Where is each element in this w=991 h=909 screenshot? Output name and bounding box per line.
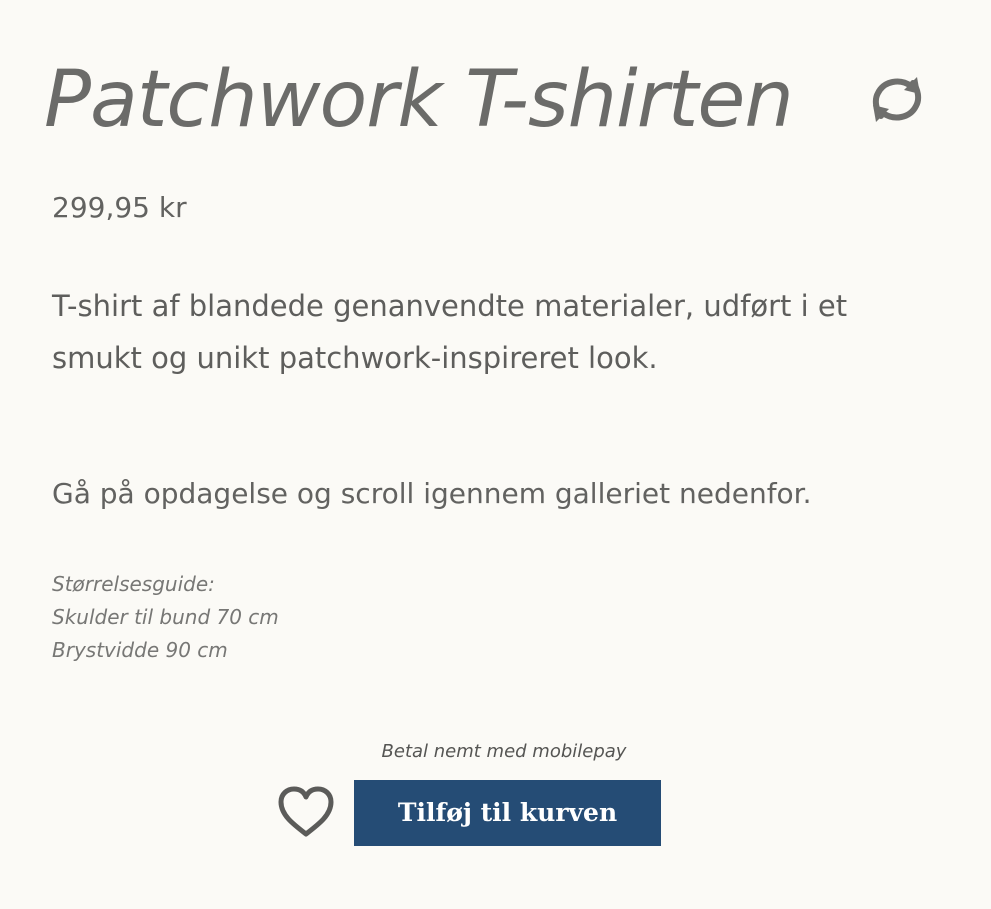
product-price: 299,95 kr <box>52 191 187 224</box>
size-guide-heading: Størrelsesguide: <box>52 572 215 596</box>
refresh-icon <box>872 77 922 122</box>
size-guide-line: Brystvidde 90 cm <box>52 638 228 662</box>
wishlist-button[interactable] <box>273 782 339 842</box>
gallery-note: Gå på opdagelse og scroll igennem galler… <box>52 477 812 510</box>
product-panel: Patchwork T-shirten 299,95 kr T-shirt af… <box>0 0 991 909</box>
size-guide-line: Skulder til bund 70 cm <box>52 605 279 629</box>
heart-icon <box>278 786 334 837</box>
product-title: Patchwork T-shirten <box>44 55 794 145</box>
size-guide: Størrelsesguide: Skulder til bund 70 cm … <box>52 568 279 667</box>
mobilepay-note: Betal nemt med mobilepay <box>381 741 627 762</box>
add-to-cart-button[interactable]: Tilføj til kurven <box>354 780 661 846</box>
product-description: T-shirt af blandede genanvendte material… <box>52 289 848 375</box>
